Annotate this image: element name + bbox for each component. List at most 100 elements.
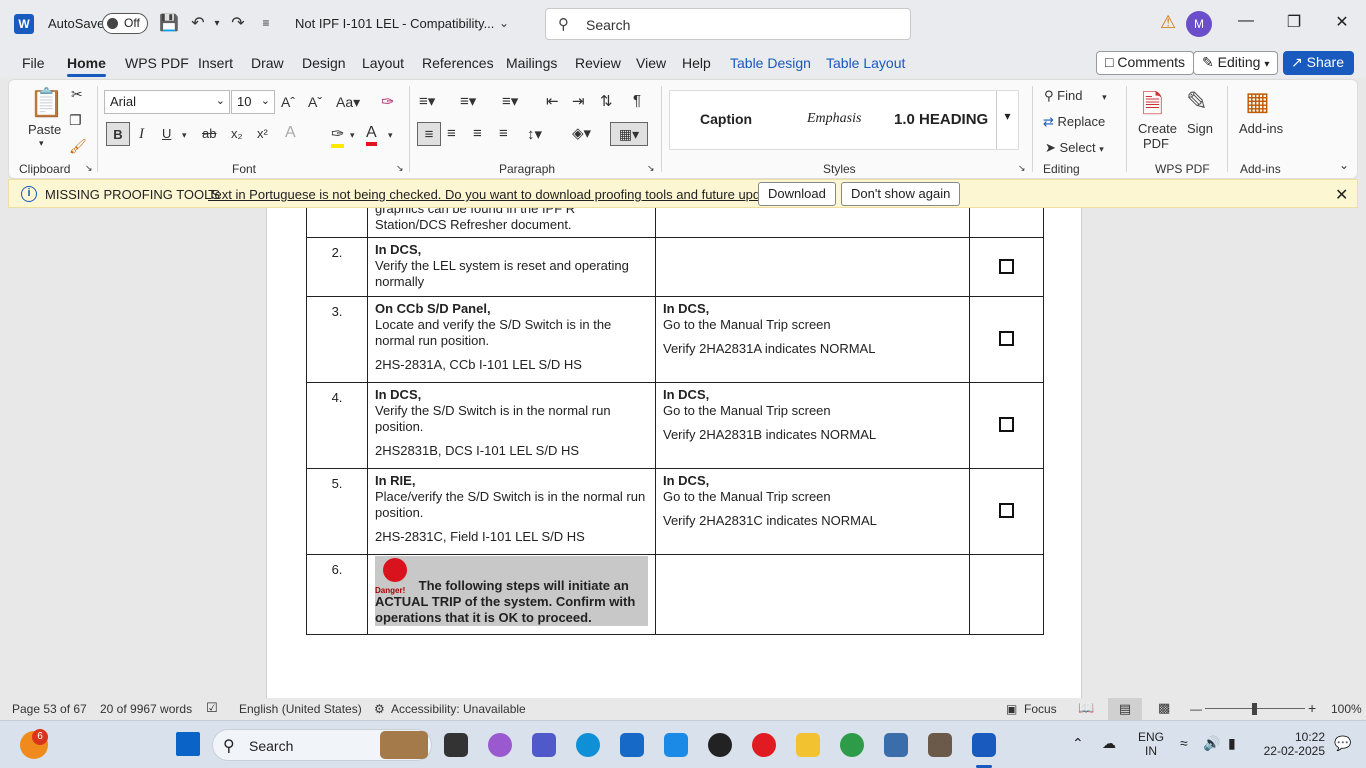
paste-button[interactable]: Paste xyxy=(28,122,61,137)
edge-icon[interactable] xyxy=(576,733,600,757)
comments-button[interactable]: □ Comments xyxy=(1096,51,1195,75)
replace-button[interactable]: ⇄ Replace xyxy=(1043,114,1105,130)
tab-insert[interactable]: Insert xyxy=(198,55,233,71)
highlight-icon[interactable]: ✑ xyxy=(331,124,345,148)
avatar[interactable]: M xyxy=(1186,11,1212,37)
network-tray-icon[interactable]: ☁ xyxy=(1102,735,1116,752)
font-color-dropdown-icon[interactable]: ▾ xyxy=(388,130,393,141)
numbering-icon[interactable]: ≡▾ xyxy=(460,92,476,110)
highlight-dropdown-icon[interactable]: ▾ xyxy=(350,130,355,141)
clock[interactable]: 10:22 22-02-2025 xyxy=(1261,730,1325,758)
page-count[interactable]: Page 53 of 67 xyxy=(12,702,87,716)
customize-qat-icon[interactable]: ≡ xyxy=(256,16,276,30)
close-icon[interactable]: ✕ xyxy=(1335,185,1348,205)
decrease-indent-icon[interactable]: ⇤ xyxy=(546,92,559,110)
language-indicator[interactable]: ENG IN xyxy=(1138,730,1164,758)
paste-icon[interactable]: 📋 xyxy=(29,86,64,119)
table-cell[interactable] xyxy=(969,208,1044,238)
shading-icon[interactable]: ◈▾ xyxy=(572,124,591,142)
table-cell[interactable]: In DCS, Go to the Manual Trip screen Ver… xyxy=(655,382,970,469)
table-cell[interactable]: In DCS, Verify the S/D Switch is in the … xyxy=(367,382,656,469)
download-button[interactable]: Download xyxy=(758,182,836,206)
table-cell[interactable]: In DCS, Go to the Manual Trip screen Ver… xyxy=(655,296,970,383)
borders-button[interactable]: ▦▾ xyxy=(610,122,648,146)
warning-icon[interactable]: ⚠ xyxy=(1160,12,1176,33)
align-left-button[interactable]: ≡ xyxy=(417,122,441,146)
read-mode-icon[interactable]: 📖 xyxy=(1078,700,1094,716)
table-cell[interactable] xyxy=(655,208,970,238)
underline-dropdown-icon[interactable]: ▾ xyxy=(182,130,187,141)
increase-indent-icon[interactable]: ⇥ xyxy=(572,92,585,110)
cut-icon[interactable]: ✂ xyxy=(71,86,83,103)
align-center-icon[interactable]: ≡ xyxy=(447,125,456,142)
language-status[interactable]: English (United States) xyxy=(239,702,362,716)
power-automate-icon[interactable] xyxy=(664,733,688,757)
table-cell[interactable]: In DCS, Verify the LEL system is reset a… xyxy=(367,237,656,297)
font-size-combo[interactable]: 10 ⌄ xyxy=(231,90,275,114)
battery-icon[interactable]: ▮ xyxy=(1228,735,1236,752)
underline-button[interactable]: U xyxy=(162,126,171,141)
collapse-ribbon-icon[interactable]: ⌄ xyxy=(1339,158,1349,172)
tab-table-design[interactable]: Table Design xyxy=(730,55,811,71)
style-caption[interactable]: Caption xyxy=(700,111,752,127)
font-name-combo[interactable]: Arial ⌄ xyxy=(104,90,230,114)
teams-icon[interactable] xyxy=(532,733,556,757)
table-cell[interactable]: On CCb S/D Panel, Locate and verify the … xyxy=(367,296,656,383)
danger-warning-text[interactable]: Danger! The following steps will initiat… xyxy=(375,556,648,626)
table-cell[interactable] xyxy=(969,554,1044,635)
app-icon[interactable] xyxy=(928,733,952,757)
tab-mailings[interactable]: Mailings xyxy=(506,55,557,71)
tab-help[interactable]: Help xyxy=(682,55,711,71)
undo-dropdown-icon[interactable]: ▾ xyxy=(207,18,227,29)
table-cell[interactable] xyxy=(969,382,1044,469)
style-emphasis[interactable]: Emphasis xyxy=(807,111,861,127)
undo-icon[interactable]: ↶ xyxy=(188,13,208,33)
chrome-icon[interactable] xyxy=(840,733,864,757)
restore-icon[interactable]: ❐ xyxy=(1282,12,1306,32)
table-cell[interactable]: Danger! The following steps will initiat… xyxy=(367,554,656,635)
tab-table-layout[interactable]: Table Layout xyxy=(826,55,905,71)
clear-formatting-icon[interactable]: ✑ xyxy=(381,92,394,112)
proofing-icon[interactable]: ☑ xyxy=(206,700,218,716)
zoom-slider-thumb[interactable] xyxy=(1252,703,1257,715)
wifi-icon[interactable]: ≈ xyxy=(1180,735,1188,751)
table-cell[interactable] xyxy=(969,237,1044,297)
format-painter-icon[interactable]: 🖌 xyxy=(69,138,87,155)
dont-show-again-button[interactable]: Don't show again xyxy=(841,182,961,206)
shrink-font-icon[interactable]: Aˇ xyxy=(308,94,322,110)
volume-icon[interactable]: 🔊 xyxy=(1203,735,1220,752)
word-count[interactable]: 20 of 9967 words xyxy=(100,702,192,716)
document-page[interactable]: graphics can be found in the IPF R Stati… xyxy=(266,208,1082,698)
focus-button[interactable]: Focus xyxy=(1024,702,1057,716)
checkbox[interactable] xyxy=(999,259,1014,274)
show-hidden-icons-icon[interactable]: ⌃ xyxy=(1072,735,1084,752)
styles-launcher-icon[interactable]: ↘ xyxy=(1018,163,1026,174)
addins-icon[interactable]: ▦ xyxy=(1245,86,1270,117)
app-icon[interactable] xyxy=(884,733,908,757)
tab-home[interactable]: Home xyxy=(67,55,106,77)
tab-design[interactable]: Design xyxy=(302,55,346,71)
task-view-icon[interactable] xyxy=(444,733,468,757)
sort-icon[interactable]: ⇅ xyxy=(600,92,613,110)
share-button[interactable]: ↗ Share ▾ xyxy=(1283,51,1354,87)
checkbox[interactable] xyxy=(999,331,1014,346)
style-heading[interactable]: 1.0 HEADING xyxy=(894,111,990,128)
justify-icon[interactable]: ≡ xyxy=(499,125,508,142)
minimize-icon[interactable]: — xyxy=(1234,12,1258,30)
text-effects-icon[interactable]: A xyxy=(285,124,296,142)
notifications-icon[interactable]: 💬 xyxy=(1334,735,1351,752)
sign-button[interactable]: Sign xyxy=(1187,121,1213,136)
print-layout-icon[interactable]: ▤ xyxy=(1108,698,1142,720)
web-layout-icon[interactable]: ▩ xyxy=(1158,700,1170,716)
zoom-level[interactable]: 100% xyxy=(1331,702,1362,716)
paragraph-launcher-icon[interactable]: ↘ xyxy=(647,163,655,174)
copilot-icon[interactable] xyxy=(488,733,512,757)
search-box[interactable]: ⚲ Search xyxy=(545,8,911,40)
store-icon[interactable] xyxy=(620,733,644,757)
subscript-button[interactable]: x₂ xyxy=(231,126,243,141)
create-pdf-button[interactable]: Create PDF xyxy=(1138,121,1177,151)
autosave-toggle[interactable]: Off xyxy=(102,13,148,34)
save-icon[interactable]: 💾 xyxy=(159,13,179,33)
zoom-out-icon[interactable]: — xyxy=(1190,702,1202,716)
table-cell[interactable] xyxy=(655,237,970,297)
